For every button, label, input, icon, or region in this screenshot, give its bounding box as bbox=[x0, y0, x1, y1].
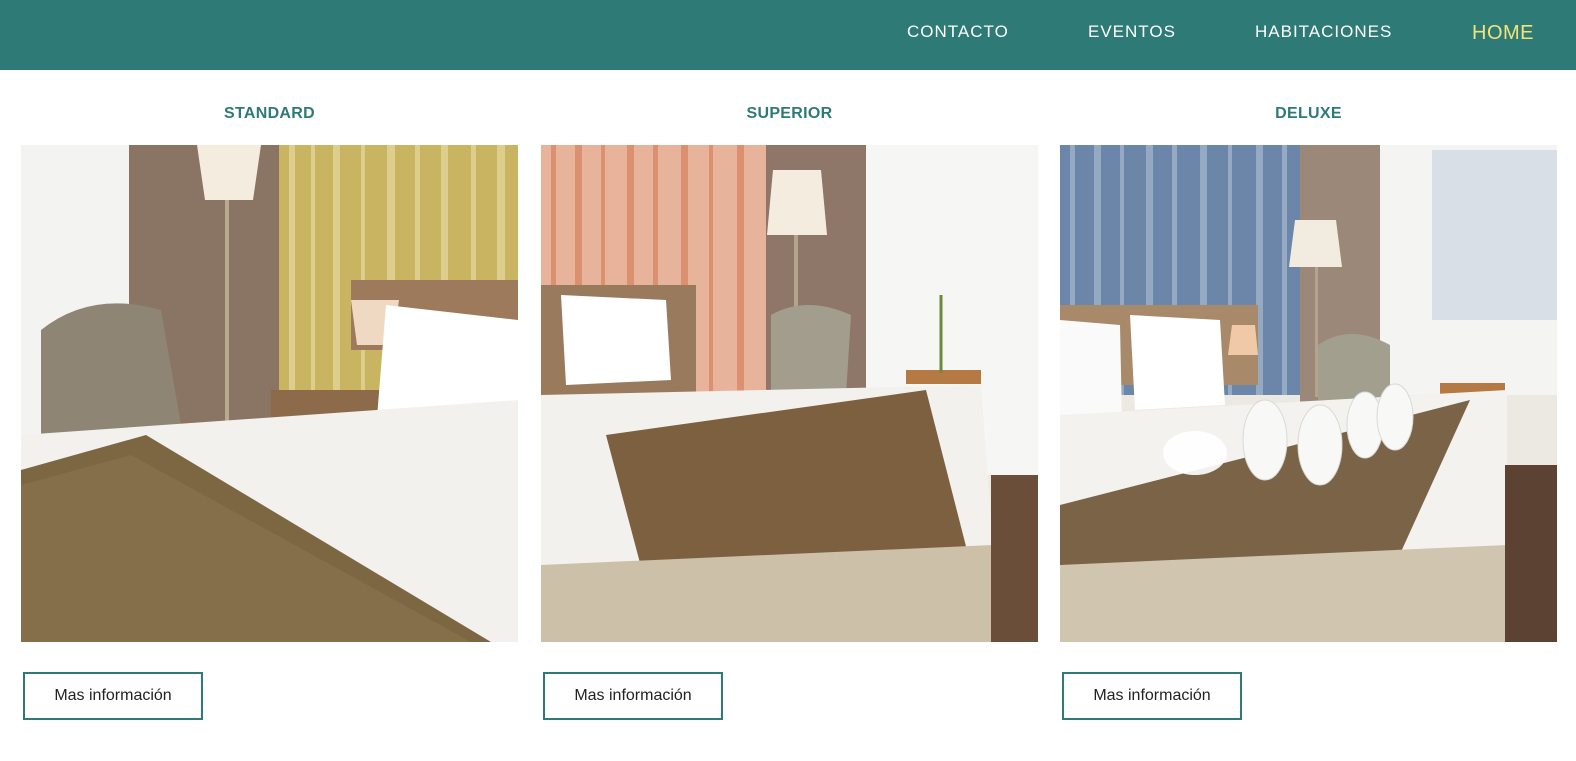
room-title: STANDARD bbox=[224, 105, 315, 122]
nav-link-home[interactable]: HOME bbox=[1472, 22, 1534, 45]
nav-link-eventos[interactable]: EVENTOS bbox=[1088, 22, 1176, 42]
nav-link-contacto[interactable]: CONTACTO bbox=[907, 22, 1009, 42]
top-navigation-bar: CONTACTO EVENTOS HABITACIONES HOME bbox=[0, 0, 1576, 70]
nav-link-habitaciones[interactable]: HABITACIONES bbox=[1255, 22, 1392, 42]
room-photo-standard bbox=[21, 145, 518, 642]
room-photo-superior bbox=[541, 145, 1038, 642]
room-title: SUPERIOR bbox=[746, 105, 833, 122]
more-info-button[interactable]: Mas información bbox=[23, 672, 203, 720]
more-info-button[interactable]: Mas información bbox=[1062, 672, 1242, 720]
room-title: DELUXE bbox=[1275, 105, 1342, 122]
room-photo-deluxe bbox=[1060, 145, 1557, 642]
more-info-button[interactable]: Mas información bbox=[543, 672, 723, 720]
